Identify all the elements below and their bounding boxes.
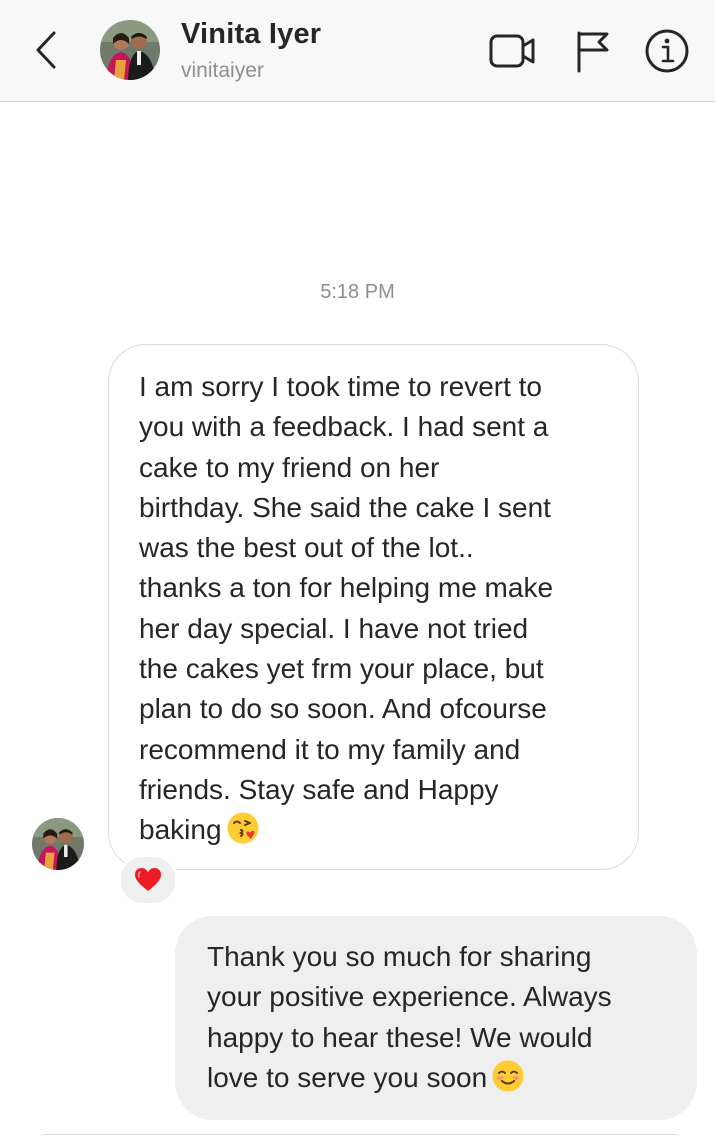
avatar-image bbox=[100, 20, 160, 80]
video-call-button[interactable] bbox=[488, 26, 538, 76]
message-line: thanks a ton for helping me make bbox=[139, 572, 554, 604]
avatar-image bbox=[32, 818, 84, 870]
message-line: Thank you so much for sharing bbox=[207, 941, 592, 972]
smiling-face-icon bbox=[491, 1059, 525, 1104]
message-line-last: love to serve you soon bbox=[207, 1058, 677, 1104]
message-line: birthday. She said the cake I sent bbox=[139, 491, 551, 523]
message-line: recommend it to my family and bbox=[139, 733, 521, 765]
contact-username[interactable]: vinitaiyer bbox=[181, 59, 264, 83]
back-button[interactable] bbox=[28, 28, 64, 72]
contact-name[interactable]: Vinita Iyer bbox=[181, 18, 321, 51]
message-line: I am sorry I took time to revert to bbox=[139, 371, 543, 402]
next-message-edge bbox=[40, 1134, 680, 1139]
report-button[interactable] bbox=[568, 26, 618, 76]
message-line: the cakes yet frm your place, but bbox=[139, 653, 544, 685]
outgoing-message-bubble[interactable]: Thank you so much for sharing your posit… bbox=[175, 916, 697, 1120]
message-line: your positive experience. Always bbox=[207, 981, 612, 1013]
chat-header: Vinita Iyer vinitaiyer bbox=[0, 0, 715, 102]
face-blowing-a-kiss-icon bbox=[226, 811, 260, 856]
heart-icon bbox=[135, 868, 161, 891]
message-timestamp: 5:18 PM bbox=[320, 281, 395, 303]
message-line-text: baking bbox=[139, 814, 222, 846]
flag-icon bbox=[577, 31, 609, 73]
video-camera-icon bbox=[489, 34, 535, 68]
incoming-message-bubble[interactable]: I am sorry I took time to revert to you … bbox=[108, 344, 639, 870]
info-button[interactable] bbox=[642, 26, 692, 76]
message-line: you with a feedback. I had sent a bbox=[139, 411, 549, 443]
message-line: was the best out of the lot.. bbox=[139, 532, 474, 564]
message-line-last: baking bbox=[139, 810, 618, 856]
sender-avatar[interactable] bbox=[32, 818, 84, 870]
message-line-text: love to serve you soon bbox=[207, 1061, 488, 1093]
info-icon bbox=[645, 29, 689, 73]
message-reaction[interactable] bbox=[119, 855, 177, 905]
chevron-left-icon bbox=[36, 31, 56, 69]
message-line: cake to my friend on her bbox=[139, 451, 440, 483]
message-line: her day special. I have not tried bbox=[139, 612, 529, 644]
message-line: friends. Stay safe and Happy bbox=[139, 773, 499, 805]
message-line: plan to do so soon. And ofcourse bbox=[139, 693, 547, 725]
contact-avatar[interactable] bbox=[100, 20, 160, 80]
message-line: happy to hear these! We would bbox=[207, 1021, 593, 1053]
